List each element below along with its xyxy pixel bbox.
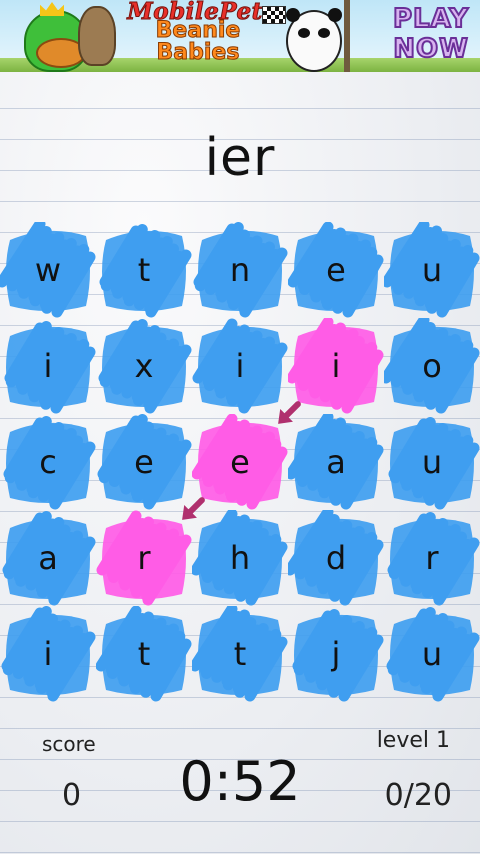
level-label: level 1 bbox=[376, 728, 450, 753]
tile-letter: w bbox=[34, 251, 62, 289]
letter-tile[interactable]: x bbox=[96, 318, 192, 414]
letter-grid[interactable]: wtneuixiioceeauarhdrittju bbox=[0, 222, 480, 702]
tile-letter: e bbox=[326, 251, 346, 289]
tile-letter: d bbox=[325, 539, 347, 577]
letter-tile[interactable]: n bbox=[192, 222, 288, 318]
tile-letter: u bbox=[421, 251, 443, 289]
word-progress: 0/20 bbox=[384, 778, 452, 813]
tile-letter: i bbox=[43, 347, 53, 385]
letter-tile[interactable]: t bbox=[96, 606, 192, 702]
letter-tile[interactable]: i bbox=[0, 606, 96, 702]
tile-letter: a bbox=[38, 539, 58, 577]
play-now-button[interactable]: PLAY NOW bbox=[386, 3, 476, 65]
tile-letter: i bbox=[43, 635, 53, 673]
ad-product-line2: Babies bbox=[156, 40, 240, 66]
letter-tile[interactable]: u bbox=[384, 606, 480, 702]
letter-tile[interactable]: t bbox=[96, 222, 192, 318]
tile-letter: h bbox=[229, 539, 251, 577]
letter-tile[interactable]: h bbox=[192, 510, 288, 606]
ad-pole bbox=[344, 0, 350, 72]
ad-banner[interactable]: MobilePet Beanie Babies PLAY NOW bbox=[0, 0, 480, 72]
checkered-flag-icon bbox=[262, 6, 286, 24]
letter-tile[interactable]: a bbox=[288, 414, 384, 510]
tile-letter: u bbox=[421, 635, 443, 673]
letter-tile[interactable]: c bbox=[0, 414, 96, 510]
letter-tile[interactable]: e bbox=[288, 222, 384, 318]
tile-letter: a bbox=[326, 443, 346, 481]
tile-letter: j bbox=[331, 635, 341, 673]
letter-tile[interactable]: u bbox=[384, 222, 480, 318]
letter-tile[interactable]: a bbox=[0, 510, 96, 606]
panda-ear bbox=[328, 8, 342, 22]
letter-tile[interactable]: u bbox=[384, 414, 480, 510]
panda-ear bbox=[286, 8, 300, 22]
letter-tile[interactable]: j bbox=[288, 606, 384, 702]
tile-letter: t bbox=[137, 635, 151, 673]
tile-letter: u bbox=[421, 443, 443, 481]
tile-letter: t bbox=[233, 635, 247, 673]
tile-letter: x bbox=[134, 347, 154, 385]
current-word: ier bbox=[204, 128, 276, 188]
panda-character-image bbox=[286, 8, 342, 72]
letter-tile[interactable]: d bbox=[288, 510, 384, 606]
crown-image bbox=[40, 2, 64, 16]
tile-letter: n bbox=[229, 251, 251, 289]
tile-letter: t bbox=[137, 251, 151, 289]
letter-tile[interactable]: i bbox=[0, 318, 96, 414]
letter-tile[interactable]: t bbox=[192, 606, 288, 702]
panda-eye bbox=[298, 28, 310, 38]
letter-tile[interactable]: r bbox=[384, 510, 480, 606]
letter-tile[interactable]: w bbox=[0, 222, 96, 318]
letter-tile[interactable]: o bbox=[384, 318, 480, 414]
panda-eye bbox=[318, 28, 330, 38]
tile-letter: c bbox=[39, 443, 57, 481]
tile-letter: o bbox=[422, 347, 442, 385]
tile-letter: r bbox=[425, 539, 439, 577]
